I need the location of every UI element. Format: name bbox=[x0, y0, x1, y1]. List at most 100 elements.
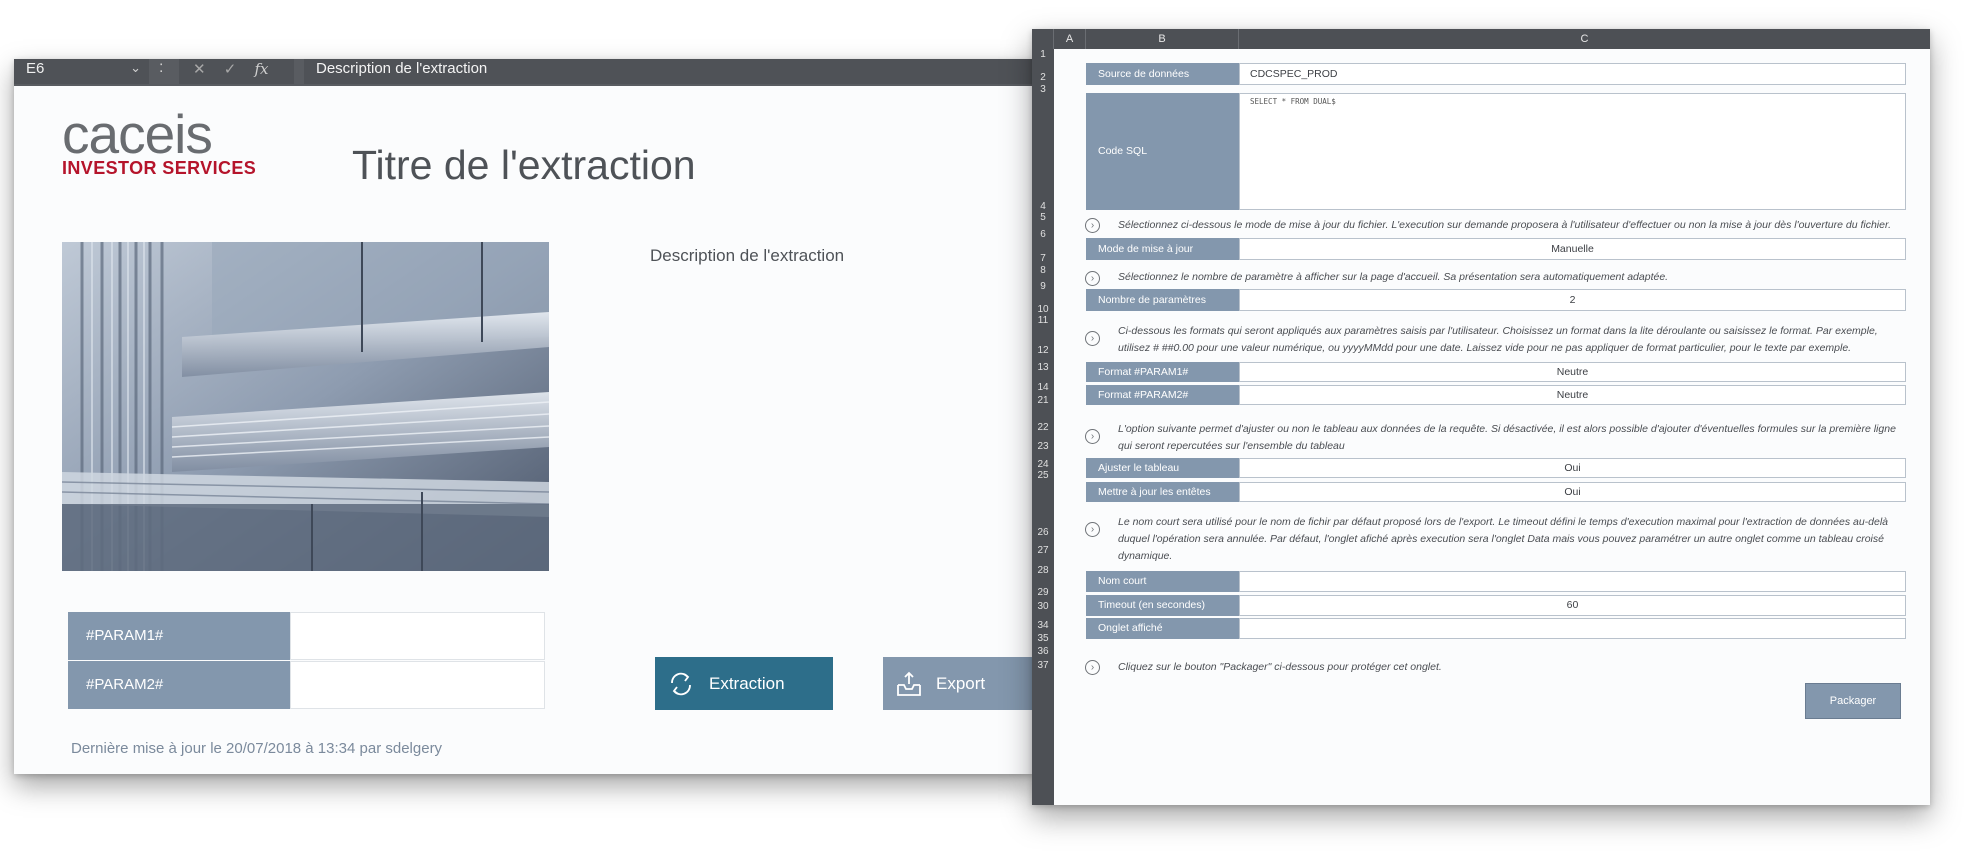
row-number[interactable]: 14 bbox=[1032, 382, 1054, 393]
update-headers-select[interactable]: Oui bbox=[1239, 482, 1906, 502]
cancel-icon[interactable]: ✕ bbox=[193, 61, 206, 78]
formula-bar: E6 ⌄ : ✕ ✓ fx Description de l'extractio… bbox=[14, 59, 1034, 86]
last-update-text: Dernière mise à jour le 20/07/2018 à 13:… bbox=[71, 740, 443, 757]
note-table-line2: qui seront repercutées sur l'ensemble du… bbox=[1118, 440, 1345, 452]
hero-image bbox=[62, 242, 549, 571]
adjust-table-select[interactable]: Oui bbox=[1239, 458, 1906, 478]
row-number[interactable]: 12 bbox=[1032, 345, 1054, 356]
nb-params-select[interactable]: 2 bbox=[1239, 289, 1906, 311]
chevron-down-icon[interactable]: ⌄ bbox=[130, 59, 141, 78]
row-number[interactable]: 28 bbox=[1032, 565, 1054, 576]
row-number[interactable]: 7 bbox=[1032, 253, 1054, 264]
param1-label: #PARAM1# bbox=[68, 612, 290, 660]
row-number[interactable]: 36 bbox=[1032, 646, 1054, 657]
format1-label: Format #PARAM1# bbox=[1086, 362, 1239, 382]
row-number[interactable]: 11 bbox=[1032, 315, 1054, 326]
short-name-input[interactable] bbox=[1239, 571, 1906, 592]
source-label: Source de données bbox=[1086, 63, 1239, 85]
settings-sheet-window: A B C 1 2 3 4 5 6 7 8 9 10 11 12 13 14 2… bbox=[1032, 29, 1930, 805]
formula-bar-separator: : bbox=[159, 59, 164, 76]
note-params: Sélectionnez le nombre de paramètre à af… bbox=[1118, 271, 1669, 283]
note-short-line3: dynamique. bbox=[1118, 550, 1173, 562]
param1-input[interactable] bbox=[290, 612, 545, 660]
note-mode: Sélectionnez ci-dessous le mode de mise … bbox=[1118, 219, 1891, 231]
column-header-b[interactable]: B bbox=[1086, 29, 1239, 49]
name-box[interactable]: E6 ⌄ bbox=[14, 59, 149, 84]
note-formats-line1: Ci-dessous les formats qui seront appliq… bbox=[1118, 325, 1878, 337]
row-header-bar: 1 2 3 4 5 6 7 8 9 10 11 12 13 14 21 22 2… bbox=[1032, 49, 1054, 805]
export-tray-icon bbox=[897, 671, 921, 696]
logo-wordmark: caceis bbox=[62, 103, 213, 165]
extraction-description: Description de l'extraction bbox=[650, 246, 845, 265]
nb-params-label: Nombre de paramètres bbox=[1086, 289, 1239, 311]
row-number[interactable]: 23 bbox=[1032, 441, 1054, 452]
row-number[interactable]: 6 bbox=[1032, 229, 1054, 240]
format2-label: Format #PARAM2# bbox=[1086, 385, 1239, 405]
page-title: Titre de l'extraction bbox=[352, 142, 696, 188]
sql-label: Code SQL bbox=[1086, 93, 1239, 210]
note-short-line1: Le nom court sera utilisé pour le nom de… bbox=[1118, 516, 1889, 528]
export-button-label: Export bbox=[936, 674, 986, 693]
adjust-table-label: Ajuster le tableau bbox=[1086, 458, 1239, 478]
row-number[interactable]: 1 bbox=[1032, 49, 1054, 60]
tab-shown-input[interactable] bbox=[1239, 618, 1906, 639]
row-number[interactable]: 10 bbox=[1032, 304, 1054, 315]
row-number[interactable]: 24 bbox=[1032, 459, 1054, 470]
confirm-icon[interactable]: ✓ bbox=[224, 61, 237, 78]
row-number[interactable]: 4 bbox=[1032, 201, 1054, 212]
row-number[interactable]: 9 bbox=[1032, 281, 1054, 292]
row-number[interactable]: 22 bbox=[1032, 422, 1054, 433]
row-number[interactable]: 30 bbox=[1032, 601, 1054, 612]
note-packager: Cliquez sur le bouton "Packager" ci-dess… bbox=[1118, 661, 1442, 673]
row-number[interactable]: 25 bbox=[1032, 470, 1054, 481]
extraction-button-label: Extraction bbox=[709, 674, 785, 693]
row-number[interactable]: 26 bbox=[1032, 527, 1054, 538]
format2-input[interactable]: Neutre bbox=[1239, 385, 1906, 405]
format1-input[interactable]: Neutre bbox=[1239, 362, 1906, 382]
select-all-corner[interactable] bbox=[1032, 29, 1054, 49]
note-short-line2: duquel l'opération sera annulée. Par déf… bbox=[1118, 533, 1884, 545]
circle-arrow-icon: › bbox=[1085, 331, 1100, 346]
source-value[interactable]: CDCSPEC_PROD bbox=[1239, 63, 1906, 85]
update-headers-label: Mettre à jour les entêtes bbox=[1086, 482, 1239, 502]
column-header-c[interactable]: C bbox=[1239, 29, 1930, 49]
circle-arrow-icon: › bbox=[1085, 522, 1100, 537]
extraction-button[interactable]: Extraction bbox=[655, 657, 833, 710]
param2-label: #PARAM2# bbox=[68, 661, 290, 709]
row-number[interactable]: 37 bbox=[1032, 660, 1054, 671]
row-number[interactable]: 13 bbox=[1032, 362, 1054, 373]
caceis-logo: caceis INVESTOR SERVICES bbox=[62, 103, 256, 179]
row-number[interactable]: 2 bbox=[1032, 72, 1054, 83]
formula-input[interactable]: Description de l'extraction bbox=[304, 59, 1034, 84]
sql-code: SELECT * FROM DUAL$ bbox=[1250, 97, 1336, 106]
tab-shown-label: Onglet affiché bbox=[1086, 618, 1239, 639]
refresh-icon bbox=[671, 672, 691, 696]
packager-button[interactable]: Packager bbox=[1805, 683, 1901, 719]
row-number[interactable]: 35 bbox=[1032, 633, 1054, 644]
row-number[interactable]: 34 bbox=[1032, 620, 1054, 631]
circle-arrow-icon: › bbox=[1085, 660, 1100, 675]
mode-select[interactable]: Manuelle bbox=[1239, 238, 1906, 260]
dashboard-window: E6 ⌄ : ✕ ✓ fx Description de l'extractio… bbox=[14, 59, 1034, 774]
fx-icon[interactable]: fx bbox=[255, 60, 269, 78]
settings-sheet: Source de données CDCSPEC_PROD Code SQL … bbox=[1054, 49, 1930, 805]
row-number[interactable]: 8 bbox=[1032, 265, 1054, 276]
note-table-line1: L'option suivante permet d'ajuster ou no… bbox=[1118, 423, 1896, 435]
column-header-a[interactable]: A bbox=[1054, 29, 1086, 49]
row-number[interactable]: 5 bbox=[1032, 212, 1054, 223]
timeout-label: Timeout (en secondes) bbox=[1086, 595, 1239, 616]
row-number[interactable]: 29 bbox=[1032, 587, 1054, 598]
param2-row: #PARAM2# bbox=[68, 661, 545, 709]
circle-arrow-icon: › bbox=[1085, 218, 1100, 233]
sql-editor[interactable]: SELECT * FROM DUAL$ bbox=[1239, 93, 1906, 210]
row-number[interactable]: 21 bbox=[1032, 395, 1054, 406]
note-formats-line2: utilisez # ##0.00 pour une valeur numéri… bbox=[1118, 342, 1852, 354]
timeout-input[interactable]: 60 bbox=[1239, 595, 1906, 616]
circle-arrow-icon: › bbox=[1085, 271, 1100, 286]
param2-input[interactable] bbox=[290, 661, 545, 709]
row-number[interactable]: 3 bbox=[1032, 84, 1054, 95]
param1-row: #PARAM1# bbox=[68, 612, 545, 660]
mode-label: Mode de mise à jour bbox=[1086, 238, 1239, 260]
row-number[interactable]: 27 bbox=[1032, 545, 1054, 556]
export-button[interactable]: Export bbox=[883, 657, 1034, 710]
